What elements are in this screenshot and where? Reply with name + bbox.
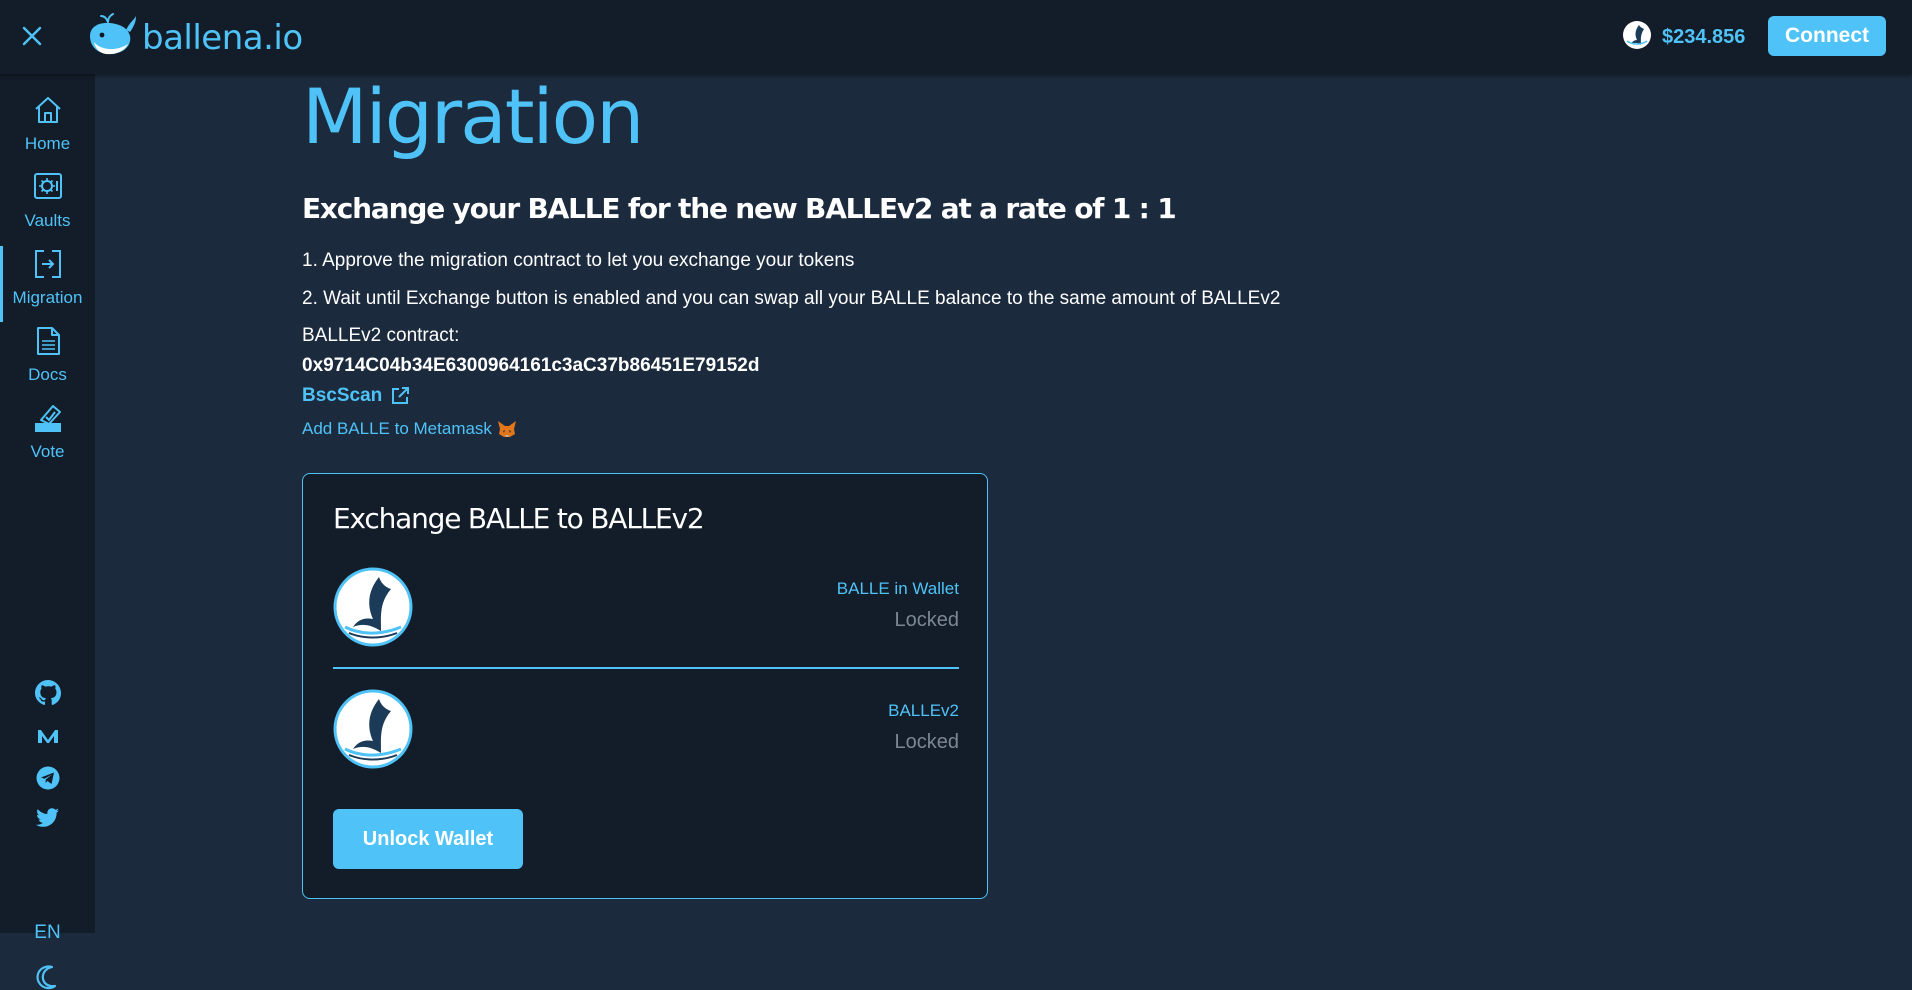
exchange-card: Exchange BALLE to BALLEv2 BALLE in Walle… [302,473,988,899]
vote-icon [32,402,64,439]
sidebar-item-label: Docs [28,365,67,384]
price-text: $234.856 [1662,26,1746,48]
token-balance: Locked [894,731,960,753]
sidebar-item-migration[interactable]: Migration [0,246,95,322]
migration-icon [32,248,64,285]
scrollbar[interactable] [1902,74,1912,933]
from-token-row: BALLE in Wallet Locked [333,567,959,649]
page-title: Migration [302,72,644,161]
sidebar-item-label: Migration [12,288,83,307]
top-bar: ballena.io $234.856 Connect [0,0,1912,74]
sidebar-item-label: Vote [30,442,65,461]
close-icon[interactable] [18,22,46,50]
logo-text: ballena.io [142,17,303,58]
balle-token-icon [1622,20,1652,55]
to-token-row: BALLEv2 Locked [333,689,959,771]
moon-icon[interactable] [0,892,95,990]
sidebar-item-docs[interactable]: Docs [0,325,95,395]
token-label: BALLE in Wallet [836,579,959,598]
metamask-label: Add BALLE to Metamask [302,419,492,438]
contract-address: 0x9714C04b34E6300964161c3aC37b86451E7915… [302,355,760,376]
instruction-step: 1. Approve the migration contract to let… [302,250,855,271]
add-to-metamask-link[interactable]: Add BALLE to Metamask [302,419,517,439]
vault-icon [32,171,64,208]
whale-logo-icon [86,12,138,63]
fox-icon [497,420,517,438]
home-icon [32,94,64,131]
medium-icon[interactable] [0,728,95,744]
ballev2-token-icon [333,689,413,774]
sidebar-item-label: Vaults [24,211,71,230]
token-balance: Locked [894,609,960,631]
sidebar-item-home[interactable]: Home [0,94,95,164]
sidebar-item-vote[interactable]: Vote [0,402,95,472]
twitter-icon[interactable] [0,808,95,828]
sidebar-item-vaults[interactable]: Vaults [0,171,95,241]
card-title: Exchange BALLE to BALLEv2 [333,502,705,535]
github-icon[interactable] [0,678,95,708]
contract-label: BALLEv2 contract: [302,325,460,346]
token-label: BALLEv2 [888,701,959,720]
logo[interactable]: ballena.io [86,12,303,63]
external-link-icon [390,386,410,406]
sidebar-item-label: Home [24,134,71,153]
sidebar: Home Vaults Migration Docs Vote EN [0,74,95,990]
bscscan-label: BscScan [302,385,383,406]
token-price: $234.856 [1622,20,1745,55]
balle-token-icon [333,567,413,652]
docs-icon [32,325,64,362]
instruction-step: 2. Wait until Exchange button is enabled… [302,288,1281,309]
divider [333,667,959,669]
bscscan-link[interactable]: BscScan [302,385,410,407]
connect-button[interactable]: Connect [1768,16,1886,56]
page-subtitle: Exchange your BALLE for the new BALLEv2 … [302,192,1177,225]
unlock-wallet-button[interactable]: Unlock Wallet [333,809,523,869]
telegram-icon[interactable] [0,766,95,790]
